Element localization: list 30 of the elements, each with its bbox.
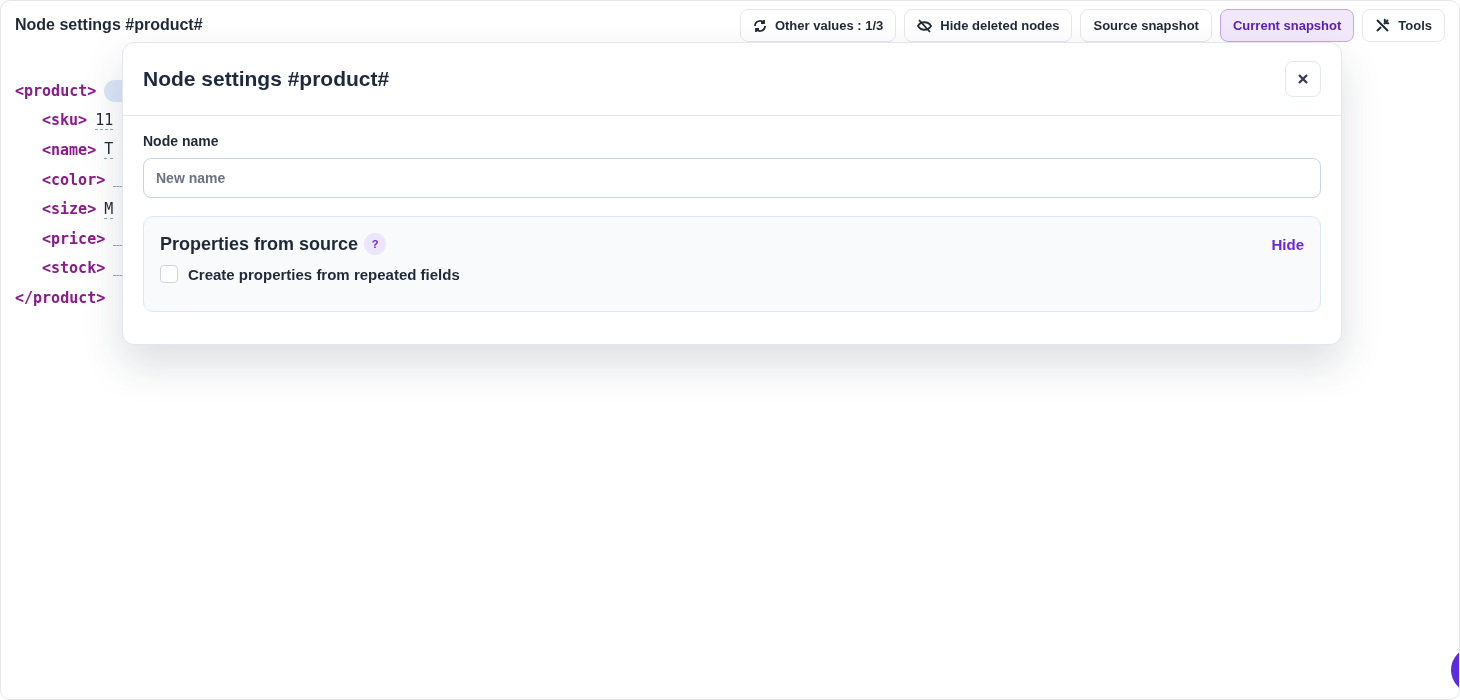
section-title: Properties from source — [160, 233, 359, 255]
help-badge[interactable]: ? — [364, 233, 387, 255]
checkbox-label: Create properties from repeated fields — [188, 265, 460, 283]
xml-tag: <price> — [42, 229, 106, 248]
toolbar-button[interactable]: Other values : 1/3 — [739, 9, 897, 42]
refresh-icon — [752, 18, 767, 33]
node-value: M — [104, 199, 114, 219]
toolbar-button[interactable]: Source snapshot — [1080, 9, 1212, 42]
toolbar-button[interactable]: Hide deleted nodes — [904, 9, 1073, 42]
xml-tag: <name> — [42, 141, 97, 159]
hide-link[interactable]: Hide — [1271, 235, 1304, 253]
dialog-title: Node settings #product# — [143, 67, 390, 91]
node-value: 11 — [95, 110, 114, 130]
close-icon — [1298, 74, 1308, 84]
eye-off-icon — [917, 18, 933, 33]
toolbar-button[interactable]: Current snapshot — [1219, 9, 1355, 42]
xml-tag: <color> — [42, 170, 106, 189]
xml-tag: </product> — [15, 288, 106, 307]
close-button[interactable] — [1285, 61, 1321, 97]
xml-tag: <product> — [15, 81, 97, 100]
xml-tag: <stock> — [42, 259, 106, 278]
checkbox[interactable] — [160, 265, 178, 283]
xml-tag: <size> — [42, 200, 97, 219]
field-label: Node name — [143, 133, 220, 149]
tools-icon — [1375, 18, 1391, 33]
xml-tag: <sku> — [42, 111, 88, 130]
page-title: Node settings #product# — [15, 15, 203, 34]
toolbar-button[interactable]: Tools — [1362, 9, 1445, 42]
name-field[interactable]: New name — [143, 158, 1321, 198]
node-value: T — [104, 140, 114, 160]
